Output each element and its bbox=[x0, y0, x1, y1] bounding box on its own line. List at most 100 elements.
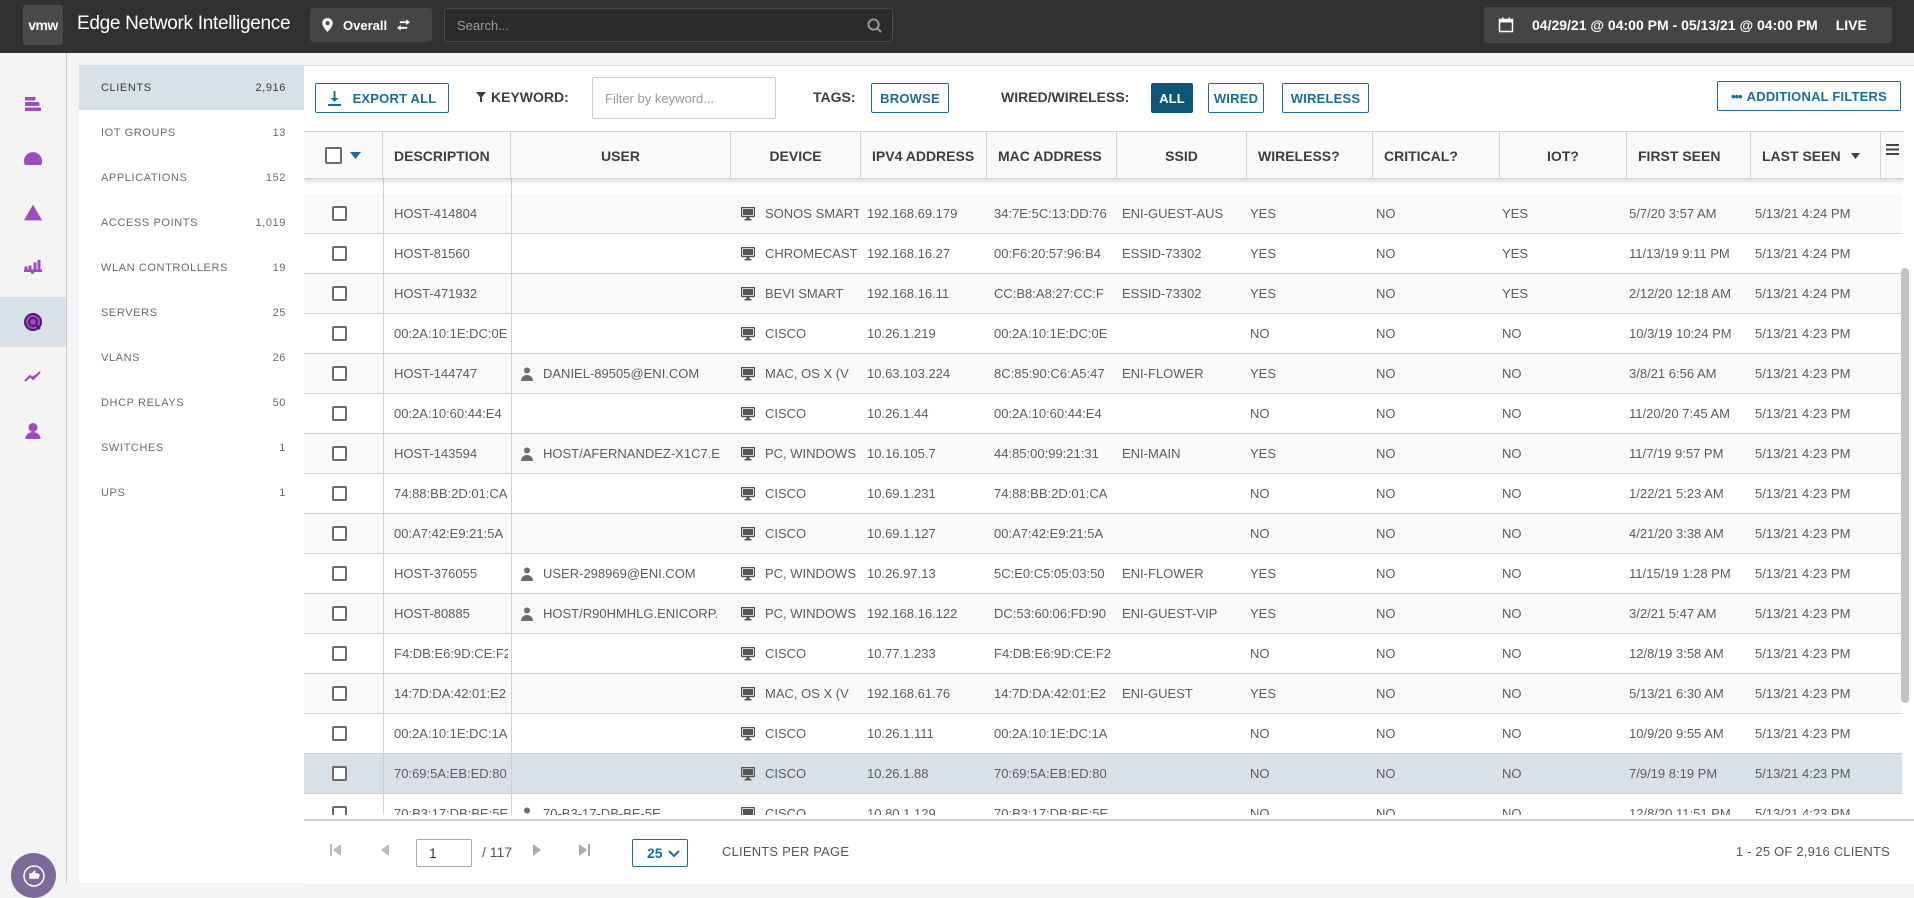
row-checkbox[interactable] bbox=[332, 606, 347, 621]
rail-item-alerts[interactable] bbox=[0, 188, 66, 238]
next-page-icon[interactable] bbox=[532, 844, 542, 856]
table-row[interactable]: 00:2A:10:1E:DC:1A CISCO 10.26.1.111 00:2A:1… bbox=[304, 714, 1902, 754]
cell-first-seen-text: 3/2/21 5:47 AM bbox=[1629, 606, 1717, 621]
col-header-iot[interactable]: IOT? bbox=[1500, 132, 1627, 179]
col-header-wireless[interactable]: WIRELESS? bbox=[1247, 132, 1373, 179]
table-row[interactable]: 00:A7:42:E9:21:5A CISCO 10.69.1.127 00:A7:4… bbox=[304, 514, 1902, 554]
page-number-input[interactable] bbox=[417, 840, 471, 866]
cell-user: DANIEL-89505@ENI.COM bbox=[521, 354, 729, 393]
vmw-logo[interactable]: vmw bbox=[23, 5, 63, 45]
table-scrollbar[interactable] bbox=[1900, 196, 1910, 810]
subnav-item-ups[interactable]: UPS 1 bbox=[79, 470, 304, 515]
device-monitor-icon bbox=[741, 766, 755, 780]
cell-mac-text: 44:85:00:99:21:31 bbox=[994, 446, 1099, 461]
table-row[interactable]: 70:B3:17:DB:BE:5E 70-B3-17-DB-BE-5E CISCO 1… bbox=[304, 794, 1902, 815]
table-row[interactable]: HOST-414804 SONOS SMART 192.168.69.179 34:7… bbox=[304, 194, 1902, 234]
rail-item-trends[interactable] bbox=[0, 352, 66, 402]
keyword-input[interactable] bbox=[593, 78, 775, 118]
table-row[interactable]: HOST-144747 DANIEL-89505@ENI.COM MAC, OS X… bbox=[304, 354, 1902, 394]
page-size-select[interactable]: 25 bbox=[632, 839, 688, 867]
table-row[interactable]: 00:2A:10:60:44:E4 CISCO 10.26.1.44 00:2A:10… bbox=[304, 394, 1902, 434]
date-range-picker[interactable]: 04/29/21 @ 04:00 PM - 05/13/21 @ 04:00 P… bbox=[1484, 7, 1892, 43]
row-checkbox[interactable] bbox=[332, 286, 347, 301]
row-checkbox[interactable] bbox=[332, 206, 347, 221]
column-menu-button[interactable] bbox=[1881, 132, 1904, 179]
rail-item-users[interactable] bbox=[0, 406, 66, 456]
additional-filters-button[interactable]: ••• ADDITIONAL FILTERS bbox=[1717, 81, 1901, 111]
chevron-down-icon[interactable] bbox=[350, 152, 361, 159]
col-header-critical[interactable]: CRITICAL? bbox=[1373, 132, 1500, 179]
table-row[interactable]: HOST-376055 USER-298969@ENI.COM PC, WINDOW… bbox=[304, 554, 1902, 594]
search-input[interactable] bbox=[445, 9, 892, 41]
col-header-first-seen[interactable]: FIRST SEEN bbox=[1627, 132, 1751, 179]
cell-critical-text: NO bbox=[1376, 486, 1396, 501]
subnav-item-iot-groups[interactable]: IOT GROUPS 13 bbox=[79, 110, 304, 155]
table-row[interactable]: HOST-143594 HOST/AFERNANDEZ-X1C7.E PC, WIN… bbox=[304, 434, 1902, 474]
cell-select bbox=[332, 474, 356, 513]
browse-tags-button[interactable]: BROWSE bbox=[871, 83, 949, 113]
table-row[interactable]: F4:DB:E6:9D:CE:F2 CISCO 10.77.1.233 F4:DB:E… bbox=[304, 634, 1902, 674]
row-checkbox[interactable] bbox=[332, 566, 347, 581]
table-row[interactable]: HOST-471932 BEVI SMART 192.168.16.11 CC:B8:… bbox=[304, 274, 1902, 314]
toggle-wired[interactable]: WIRED bbox=[1208, 83, 1264, 113]
row-checkbox[interactable] bbox=[332, 366, 347, 381]
rail-item-explore[interactable] bbox=[0, 297, 66, 347]
row-checkbox[interactable] bbox=[332, 686, 347, 701]
cell-last-seen: 5/13/21 4:24 PM bbox=[1755, 274, 1880, 313]
location-selector[interactable]: Overall bbox=[310, 8, 432, 42]
col-header-mac[interactable]: MAC ADDRESS bbox=[987, 132, 1117, 179]
row-checkbox[interactable] bbox=[332, 646, 347, 661]
table-row[interactable]: 74:88:BB:2D:01:CA CISCO 10.69.1.231 74:88:B… bbox=[304, 474, 1902, 514]
col-header-description[interactable]: DESCRIPTION bbox=[383, 132, 511, 179]
row-checkbox[interactable] bbox=[332, 806, 347, 815]
search-icon[interactable] bbox=[867, 18, 882, 33]
toggle-all[interactable]: ALL bbox=[1151, 83, 1193, 113]
rail-item-dashboard[interactable] bbox=[0, 134, 66, 184]
rail-item-signal[interactable] bbox=[0, 242, 66, 292]
subnav-item-applications[interactable]: APPLICATIONS 152 bbox=[79, 155, 304, 200]
table-row[interactable]: 70:69:5A:EB:ED:80 CISCO 10.26.1.88 70:69:5A… bbox=[304, 754, 1902, 794]
select-all-checkbox[interactable] bbox=[325, 147, 342, 164]
previous-page-icon[interactable] bbox=[380, 844, 390, 856]
export-all-button[interactable]: EXPORT ALL bbox=[315, 83, 449, 113]
col-header-ipv4[interactable]: IPV4 ADDRESS bbox=[861, 132, 987, 179]
subnav-item-access-points[interactable]: ACCESS POINTS 1,019 bbox=[79, 200, 304, 245]
col-header-device[interactable]: DEVICE bbox=[731, 132, 861, 179]
row-checkbox[interactable] bbox=[332, 726, 347, 741]
subnav-item-servers[interactable]: SERVERS 25 bbox=[79, 290, 304, 335]
cell-first-seen-text: 10/3/19 10:24 PM bbox=[1629, 326, 1732, 341]
scrollbar-thumb[interactable] bbox=[1901, 268, 1909, 703]
subnav-item-clients[interactable]: CLIENTS 2,916 bbox=[79, 65, 304, 110]
subnav-item-vlans[interactable]: VLANS 26 bbox=[79, 335, 304, 380]
subnav-item-wlan-controllers[interactable]: WLAN CONTROLLERS 19 bbox=[79, 245, 304, 290]
cell-wireless: YES bbox=[1250, 594, 1370, 633]
row-checkbox[interactable] bbox=[332, 326, 347, 341]
cell-iot: YES bbox=[1502, 274, 1622, 313]
cell-description: HOST-376055 bbox=[394, 554, 508, 593]
col-header-user[interactable]: USER bbox=[511, 132, 731, 179]
rail-item-list[interactable] bbox=[0, 79, 66, 129]
subnav-item-switches[interactable]: SWITCHES 1 bbox=[79, 425, 304, 470]
page-size-label: CLIENTS PER PAGE bbox=[722, 844, 850, 859]
cell-description: 00:2A:10:1E:DC:0E bbox=[394, 314, 508, 353]
live-indicator[interactable]: LIVE bbox=[1836, 17, 1867, 33]
feedback-button[interactable] bbox=[11, 853, 56, 898]
subnav-item-dhcp-relays[interactable]: DHCP RELAYS 50 bbox=[79, 380, 304, 425]
row-checkbox[interactable] bbox=[332, 406, 347, 421]
row-checkbox[interactable] bbox=[332, 526, 347, 541]
last-page-icon[interactable] bbox=[578, 844, 590, 856]
table-row[interactable]: HOST-81560 CHROMECAST 192.168.16.27 00:F6:2… bbox=[304, 234, 1902, 274]
table-row[interactable]: 14:7D:DA:42:01:E2 MAC, OS X (V 192.168.61.… bbox=[304, 674, 1902, 714]
cell-first-seen-text: 11/15/19 1:28 PM bbox=[1629, 566, 1731, 581]
col-header-ssid[interactable]: SSID bbox=[1117, 132, 1247, 179]
row-checkbox[interactable] bbox=[332, 766, 347, 781]
first-page-icon[interactable] bbox=[330, 844, 342, 856]
toggle-wireless[interactable]: WIRELESS bbox=[1282, 83, 1369, 113]
row-checkbox[interactable] bbox=[332, 486, 347, 501]
table-row[interactable]: 00:2A:10:1E:DC:0E CISCO 10.26.1.219 00:2A:1… bbox=[304, 314, 1902, 354]
row-checkbox[interactable] bbox=[332, 246, 347, 261]
cell-critical-text: NO bbox=[1376, 366, 1396, 381]
row-checkbox[interactable] bbox=[332, 446, 347, 461]
table-row[interactable]: HOST-80885 HOST/R90HMHLG.ENICORP. PC, WIND… bbox=[304, 594, 1902, 634]
col-header-last-seen[interactable]: LAST SEEN bbox=[1751, 132, 1881, 179]
